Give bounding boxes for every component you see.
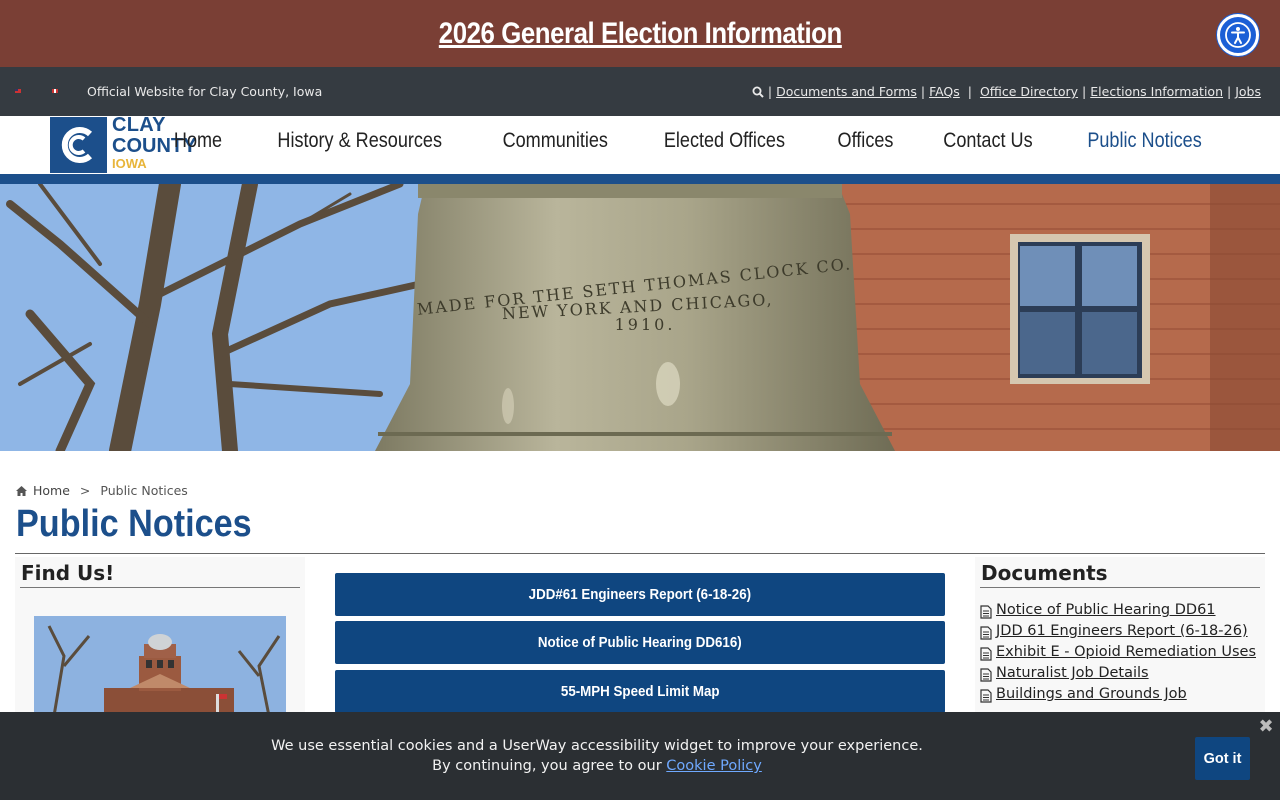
nav-elected-offices[interactable]: Elected Offices bbox=[648, 129, 802, 153]
cookie-accept-button[interactable]: Got it bbox=[1195, 737, 1250, 780]
document-link[interactable]: Buildings and Grounds Job bbox=[996, 686, 1187, 702]
elections-info-link[interactable]: Elections Information bbox=[1090, 84, 1223, 99]
jobs-link[interactable]: Jobs bbox=[1235, 84, 1261, 99]
breadcrumb: Home > Public Notices bbox=[16, 483, 188, 498]
notice-button-public-hearing[interactable]: Notice of Public Hearing DD616) bbox=[335, 621, 945, 664]
cookie-policy-link[interactable]: Cookie Policy bbox=[666, 758, 762, 774]
faqs-link[interactable]: FAQs bbox=[929, 84, 960, 99]
office-directory-link[interactable]: Office Directory bbox=[980, 84, 1078, 99]
cookie-message: We use essential cookies and a UserWay a… bbox=[0, 736, 1194, 776]
separator: | bbox=[767, 84, 773, 99]
documents-divider bbox=[980, 587, 1260, 588]
close-icon[interactable]: ✖ bbox=[1257, 718, 1275, 736]
accessibility-button[interactable] bbox=[1217, 14, 1259, 56]
notice-button-engineers-report[interactable]: JDD#61 Engineers Report (6-18-26) bbox=[335, 573, 945, 616]
main-nav: Home History & Resources Communities Ele… bbox=[151, 129, 1230, 153]
nav-home[interactable]: Home bbox=[158, 129, 239, 153]
nav-history-resources[interactable]: History & Resources bbox=[261, 129, 458, 153]
site-tagline: Official Website for Clay County, Iowa bbox=[87, 84, 323, 99]
accessibility-icon bbox=[1225, 22, 1251, 48]
separator: | bbox=[963, 84, 976, 99]
list-item: Buildings and Grounds Job bbox=[980, 686, 1256, 707]
breadcrumb-separator: > bbox=[79, 483, 91, 498]
cookie-line-2: By continuing, you agree to our Cookie P… bbox=[432, 758, 762, 774]
separator: | bbox=[920, 84, 926, 99]
nav-public-notices[interactable]: Public Notices bbox=[1071, 129, 1218, 153]
page-title: Public Notices bbox=[16, 503, 252, 545]
state-flag-icon bbox=[52, 89, 58, 93]
hero-image: MADE FOR THE SETH THOMAS CLOCK CO. NEW Y… bbox=[0, 184, 1280, 451]
list-item: JDD 61 Engineers Report (6-18-26) bbox=[980, 623, 1256, 644]
flag-icon bbox=[15, 89, 21, 93]
nav-communities[interactable]: Communities bbox=[486, 129, 624, 153]
file-icon bbox=[980, 647, 992, 661]
courthouse-photo bbox=[34, 616, 286, 716]
separator: | bbox=[1227, 84, 1232, 99]
utility-links: | Documents and Forms | FAQs | Office Di… bbox=[752, 84, 1261, 99]
file-icon bbox=[980, 605, 992, 619]
documents-forms-link[interactable]: Documents and Forms bbox=[776, 84, 917, 99]
list-item: Exhibit E - Opioid Remediation Uses bbox=[980, 644, 1256, 665]
document-link[interactable]: Naturalist Job Details bbox=[996, 665, 1149, 681]
nav-contact-us[interactable]: Contact Us bbox=[927, 129, 1049, 153]
file-icon bbox=[980, 626, 992, 640]
separator: | bbox=[1082, 84, 1087, 99]
bell-inscription-3: 1910. bbox=[615, 315, 676, 334]
list-item: Notice of Public Hearing DD61 bbox=[980, 602, 1256, 623]
breadcrumb-home-link[interactable]: Home bbox=[33, 483, 70, 498]
document-link[interactable]: JDD 61 Engineers Report (6-18-26) bbox=[996, 623, 1248, 639]
home-icon bbox=[16, 485, 27, 496]
election-banner: 2026 General Election Information bbox=[0, 0, 1280, 67]
file-icon bbox=[980, 689, 992, 703]
logo-text-iowa: IOWA bbox=[112, 156, 147, 171]
title-divider bbox=[15, 553, 1265, 554]
document-link[interactable]: Exhibit E - Opioid Remediation Uses bbox=[996, 644, 1256, 660]
election-info-link[interactable]: 2026 General Election Information bbox=[438, 17, 841, 51]
document-link[interactable]: Notice of Public Hearing DD61 bbox=[996, 602, 1216, 618]
find-us-heading: Find Us! bbox=[21, 561, 115, 585]
breadcrumb-current: Public Notices bbox=[100, 483, 188, 498]
documents-list: Notice of Public Hearing DD61 JDD 61 Eng… bbox=[980, 602, 1256, 707]
find-us-divider bbox=[20, 587, 300, 588]
file-icon bbox=[980, 668, 992, 682]
list-item: Naturalist Job Details bbox=[980, 665, 1256, 686]
notice-button-speed-limit-map[interactable]: 55-MPH Speed Limit Map bbox=[335, 670, 945, 713]
cookie-line-1: We use essential cookies and a UserWay a… bbox=[271, 738, 923, 754]
documents-heading: Documents bbox=[981, 561, 1108, 585]
nav-offices[interactable]: Offices bbox=[821, 129, 910, 153]
header-stripe bbox=[0, 174, 1280, 184]
bell-photo: MADE FOR THE SETH THOMAS CLOCK CO. NEW Y… bbox=[0, 184, 1280, 451]
logo-mark bbox=[50, 117, 107, 173]
search-icon[interactable] bbox=[752, 86, 764, 98]
